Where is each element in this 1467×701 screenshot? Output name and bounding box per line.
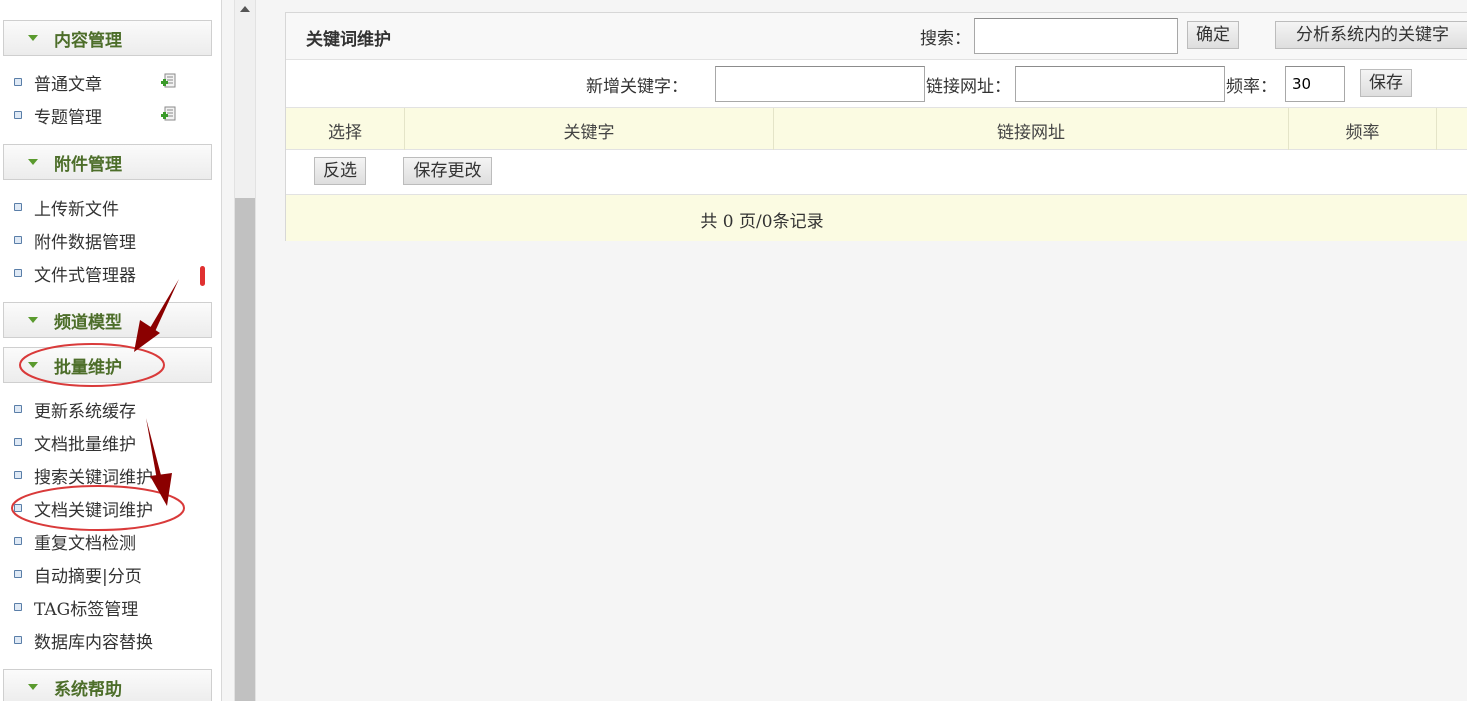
bullet-icon [14,537,22,545]
save-button[interactable]: 保存 [1360,69,1412,97]
panel-header-row: 关键词维护 搜索： 确定 分析系统内的关键字 [286,13,1467,60]
bullet-icon [14,471,22,479]
vertical-scrollbar[interactable] [234,0,256,701]
table-actions-row: 反选 保存更改 [286,150,1467,195]
sidebar-item-label: 专题管理 [34,107,102,128]
sidebar-item-update-cache[interactable]: 更新系统缓存 [14,396,136,422]
bullet-icon [14,203,22,211]
link-url-label: 链接网址： [926,77,1011,97]
sidebar-item-db-replace[interactable]: 数据库内容替换 [14,627,153,653]
sidebar-item-topics[interactable]: 专题管理 [14,102,176,128]
bullet-icon [14,78,22,86]
analyze-keywords-button[interactable]: 分析系统内的关键字 [1275,21,1467,49]
sidebar-item-articles[interactable]: 普通文章 [14,69,176,95]
bullet-icon [14,636,22,644]
scroll-up-icon[interactable] [240,6,250,12]
group-channel-model[interactable]: 频道模型 [3,302,212,338]
bullet-icon [14,603,22,611]
bullet-icon [14,269,22,277]
group-title: 附件管理 [54,154,122,175]
sidebar-item-label: 文档关键词维护 [34,500,153,521]
bullet-icon [14,405,22,413]
save-changes-button[interactable]: 保存更改 [403,157,492,185]
sidebar-item-label: TAG标签管理 [34,599,139,620]
pagination-info: 共 0 页/0条记录 [700,212,824,232]
sidebar-item-label: 文件式管理器 [34,265,136,286]
bullet-icon [14,438,22,446]
group-content-management[interactable]: 内容管理 [3,20,212,56]
column-header-select: 选择 [328,123,362,143]
invert-selection-button[interactable]: 反选 [314,157,366,185]
scrollbar-thumb[interactable] [235,198,255,701]
pagination-row: 共 0 页/0条记录 [286,195,1467,241]
sidebar-item-doc-batch[interactable]: 文档批量维护 [14,429,136,455]
frequency-input[interactable] [1285,66,1345,102]
group-title: 批量维护 [54,357,122,378]
search-label: 搜索： [920,29,971,49]
group-attachment-management[interactable]: 附件管理 [3,144,212,180]
add-keyword-row: 新增关键字： 链接网址： 频率： 保存 [286,60,1467,108]
group-title: 系统帮助 [54,679,122,700]
column-divider [1436,108,1437,150]
new-keyword-input[interactable] [715,66,925,102]
sidebar: 内容管理 普通文章 专题管理 附件管理 上传新文件 附件数据管理 文件式管理器 … [0,0,222,701]
search-input[interactable] [974,18,1178,54]
sidebar-item-label: 搜索关键词维护 [34,467,153,488]
sidebar-item-label: 文档批量维护 [34,434,136,455]
sidebar-item-doc-keywords[interactable]: 文档关键词维护 [14,495,153,521]
sidebar-item-label: 更新系统缓存 [34,401,136,422]
chevron-down-icon [28,684,38,690]
sidebar-item-file-manager[interactable]: 文件式管理器 [14,260,136,286]
chevron-down-icon [28,362,38,368]
confirm-button[interactable]: 确定 [1187,21,1239,49]
group-title: 频道模型 [54,312,122,333]
bullet-icon [14,570,22,578]
page-title: 关键词维护 [306,30,391,50]
sidebar-item-label: 自动摘要|分页 [34,566,142,587]
add-document-icon[interactable] [161,73,177,89]
bullet-icon [14,504,22,512]
frequency-label: 频率： [1226,77,1277,97]
table-header-row: 选择 关键字 链接网址 频率 [286,108,1467,150]
group-system-help[interactable]: 系统帮助 [3,669,212,701]
link-url-input[interactable] [1015,66,1225,102]
bullet-icon [14,111,22,119]
group-batch-maintenance[interactable]: 批量维护 [3,347,212,383]
column-header-frequency: 频率 [1345,123,1380,143]
sidebar-item-label: 数据库内容替换 [34,632,153,653]
chevron-down-icon [28,317,38,323]
keyword-maintenance-panel: 关键词维护 搜索： 确定 分析系统内的关键字 新增关键字： 链接网址： 频率： … [285,12,1467,241]
bullet-icon [14,236,22,244]
column-header-link-url: 链接网址 [997,123,1065,143]
new-keyword-label: 新增关键字： [586,77,688,97]
chevron-down-icon [28,35,38,41]
sidebar-item-tag-management[interactable]: TAG标签管理 [14,594,138,620]
sidebar-item-duplicate-check[interactable]: 重复文档检测 [14,528,136,554]
chevron-down-icon [28,159,38,165]
group-title: 内容管理 [54,30,122,51]
column-header-keyword: 关键字 [563,123,615,143]
sidebar-item-label: 重复文档检测 [34,533,136,554]
sidebar-item-label: 普通文章 [34,74,102,95]
add-document-icon[interactable] [161,106,177,122]
sidebar-item-search-keywords[interactable]: 搜索关键词维护 [14,462,153,488]
app-root: 内容管理 普通文章 专题管理 附件管理 上传新文件 附件数据管理 文件式管理器 … [0,0,1467,701]
sidebar-item-auto-summary[interactable]: 自动摘要|分页 [14,561,142,587]
